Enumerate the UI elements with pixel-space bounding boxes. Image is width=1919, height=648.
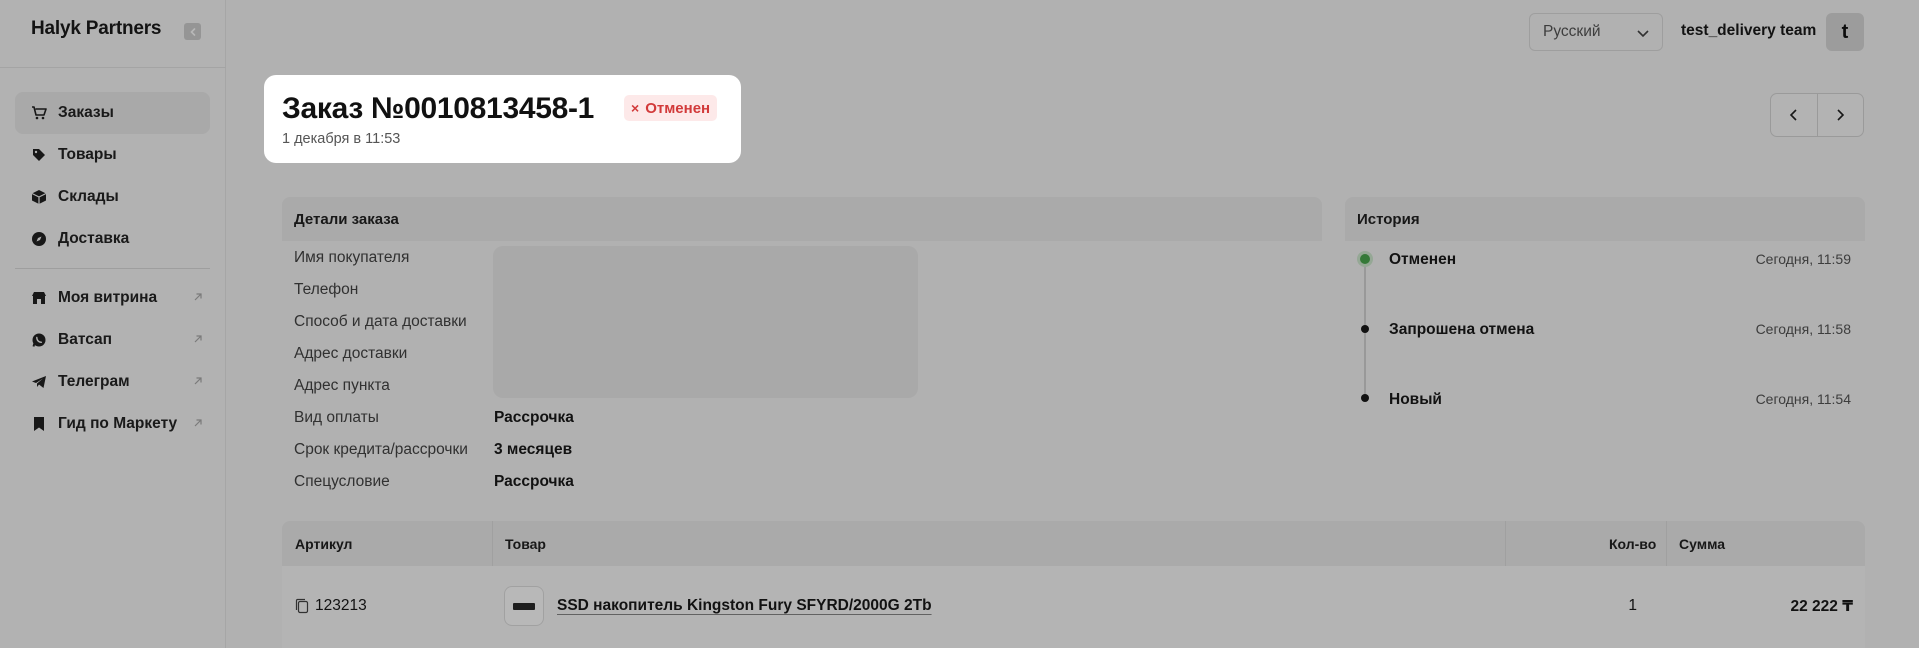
column-header-sum: Сумма	[1679, 535, 1726, 552]
sidebar-link-whatsapp[interactable]: Ватсап	[15, 319, 210, 361]
external-link-icon	[194, 293, 202, 301]
detail-label: Срок кредита/рассрочки	[294, 441, 468, 458]
column-header-sku: Артикул	[295, 535, 353, 552]
chevron-left-icon	[1789, 109, 1797, 121]
sidebar-item-label: Склады	[58, 188, 119, 205]
sidebar-link-storefront[interactable]: Моя витрина	[15, 277, 210, 319]
team-name[interactable]: test_delivery team	[1681, 22, 1816, 40]
history-event-label: Запрошена отмена	[1389, 321, 1535, 338]
sidebar-link-telegram[interactable]: Телеграм	[15, 361, 210, 403]
chevron-down-icon	[1637, 30, 1649, 38]
brand-logo[interactable]: Halyk Partners	[31, 18, 161, 40]
product-link[interactable]: SSD накопитель Kingston Fury SFYRD/2000G…	[557, 597, 932, 615]
status-label: Отменен	[645, 99, 711, 117]
box-icon	[30, 188, 48, 206]
quantity-value: 1	[1628, 597, 1637, 614]
column-header-qty: Кол-во	[1609, 535, 1657, 552]
sidebar-item-delivery[interactable]: Доставка	[15, 218, 210, 260]
history-heading: История	[1345, 197, 1865, 241]
chevron-left-icon	[189, 27, 195, 36]
close-icon: ×	[631, 100, 640, 116]
sidebar-item-label: Гид по Маркету	[58, 415, 178, 432]
redacted-customer-info	[493, 246, 918, 398]
bookmark-icon	[30, 415, 48, 433]
language-value: Русский	[1543, 23, 1601, 40]
sidebar-item-products[interactable]: Товары	[15, 134, 210, 176]
external-link-icon	[194, 335, 202, 343]
external-link-icon	[194, 377, 202, 385]
compass-icon	[30, 230, 48, 248]
special-condition-value: Рассрочка	[494, 473, 574, 490]
sku-value: 123213	[315, 597, 367, 614]
telegram-icon	[30, 373, 48, 391]
sidebar-item-label: Товары	[58, 146, 117, 163]
table-row: 123213 SSD накопитель Kingston Fury SFYR…	[282, 566, 1865, 648]
timeline-dot	[1361, 325, 1369, 333]
credit-term-value: 3 месяцев	[494, 441, 573, 458]
order-pager	[1770, 93, 1864, 137]
detail-label: Спецусловие	[294, 473, 390, 490]
history-event-label: Отменен	[1389, 251, 1457, 268]
sidebar-item-label: Заказы	[58, 104, 114, 121]
divider	[15, 268, 210, 269]
divider	[0, 67, 226, 68]
next-order-button[interactable]	[1816, 94, 1864, 136]
cart-icon	[30, 104, 48, 122]
product-thumbnail[interactable]	[504, 586, 544, 626]
history-event-time: Сегодня, 11:59	[1755, 251, 1851, 267]
timeline-dot-active	[1360, 254, 1370, 264]
sidebar-item-label: Ватсап	[58, 331, 112, 348]
page-title: Заказ №0010813458-1	[282, 92, 595, 125]
history-event-time: Сегодня, 11:58	[1755, 321, 1851, 337]
history-event-time: Сегодня, 11:54	[1755, 391, 1851, 407]
history-event-label: Новый	[1389, 391, 1442, 408]
details-heading: Детали заказа	[282, 197, 1322, 241]
column-header-product: Товар	[505, 535, 546, 552]
ssd-image	[513, 602, 535, 610]
collapse-sidebar-button[interactable]	[184, 23, 201, 40]
timeline-dot	[1361, 394, 1369, 402]
status-badge: × Отменен	[624, 95, 718, 121]
chevron-right-icon	[1837, 109, 1845, 121]
detail-label: Имя покупателя	[294, 249, 410, 266]
column-divider	[492, 521, 493, 566]
detail-label: Адрес пункта	[294, 377, 390, 394]
order-title-card: Заказ №0010813458-1 × Отменен 1 декабря …	[264, 75, 741, 163]
detail-label: Вид оплаты	[294, 409, 379, 426]
language-select[interactable]: Русский	[1529, 13, 1663, 51]
column-divider	[1666, 521, 1667, 566]
items-table-header: Артикул Товар Кол-во Сумма	[282, 521, 1865, 566]
copy-icon[interactable]	[295, 598, 309, 614]
sidebar-item-label: Телеграм	[58, 373, 130, 390]
whatsapp-icon	[30, 331, 48, 349]
store-icon	[30, 289, 48, 307]
detail-label: Телефон	[294, 281, 359, 298]
column-divider	[1505, 521, 1506, 566]
sum-value: 22 222 ₸	[1790, 598, 1854, 615]
payment-type-value: Рассрочка	[494, 409, 574, 426]
sidebar: Halyk Partners Заказы Товары Склады Дост…	[0, 0, 226, 648]
avatar[interactable]: t	[1826, 13, 1864, 51]
detail-label: Способ и дата доставки	[294, 313, 467, 330]
sidebar-item-label: Моя витрина	[58, 289, 158, 306]
previous-order-button[interactable]	[1771, 94, 1817, 136]
sidebar-item-label: Доставка	[58, 230, 130, 247]
sidebar-item-orders[interactable]: Заказы	[15, 92, 210, 134]
order-date: 1 декабря в 11:53	[282, 131, 401, 147]
tag-icon	[30, 146, 48, 164]
sidebar-item-warehouses[interactable]: Склады	[15, 176, 210, 218]
external-link-icon	[194, 419, 202, 427]
sidebar-link-market-guide[interactable]: Гид по Маркету	[15, 403, 210, 445]
detail-label: Адрес доставки	[294, 345, 408, 362]
